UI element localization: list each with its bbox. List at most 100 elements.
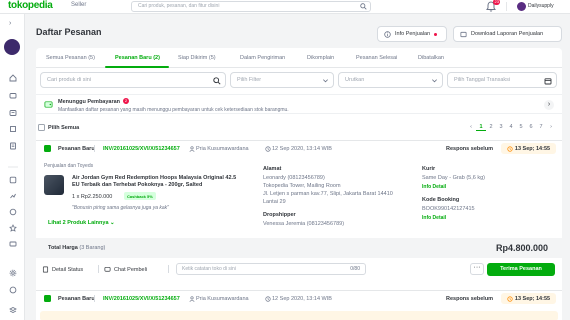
clock-icon: [507, 295, 513, 302]
page-2[interactable]: 2: [486, 124, 496, 131]
info-penjualan-button[interactable]: Info Penjualan: [377, 26, 447, 42]
download-icon: [460, 31, 467, 37]
user-icon: [189, 146, 195, 152]
prev-page-icon[interactable]: ‹: [466, 124, 476, 131]
help-icon[interactable]: [7, 284, 18, 295]
statistic-icon[interactable]: [7, 174, 18, 185]
order-checkbox[interactable]: [44, 145, 51, 152]
warning-strip: [40, 311, 558, 320]
product-image[interactable]: [44, 175, 64, 195]
page-4[interactable]: 4: [506, 124, 516, 131]
download-report-button[interactable]: Download Laporan Penjualan: [453, 26, 562, 42]
order-panel: Semua Pesanan (5) Pesanan Baru (2) Siap …: [36, 48, 562, 320]
discussion-icon[interactable]: [7, 107, 18, 118]
info-penjualan-label: Info Penjualan: [395, 31, 431, 37]
address-label: Alamat: [263, 166, 282, 172]
page-5[interactable]: 5: [516, 124, 526, 131]
action-separator: [98, 265, 99, 273]
order-actions: Detail Status Chat Pembeli Ketik catatan…: [36, 261, 562, 279]
header-separator: [94, 145, 95, 152]
order-icon[interactable]: [7, 140, 18, 151]
document-icon: [42, 266, 49, 273]
date-picker-placeholder: Pilih Tanggal Transaksi: [454, 77, 511, 83]
order-status: Pesanan Baru: [58, 146, 95, 152]
settings-icon[interactable]: [7, 267, 18, 278]
filter-select-placeholder: Pilih Filter: [237, 77, 262, 83]
detail-status-label: Detail Status: [52, 266, 84, 273]
product-name[interactable]: Air Jordan Gym Red Redemption Hoops Mala…: [72, 175, 242, 189]
tokopedia-logo[interactable]: tokopedia: [8, 0, 53, 11]
chat-buyer-button[interactable]: Chat Pembeli: [104, 266, 147, 273]
chevron-right-icon[interactable]: ›: [544, 100, 554, 110]
sort-select[interactable]: Urutkan: [338, 72, 443, 88]
search-icon: [360, 3, 367, 10]
tab-dibatalkan[interactable]: Dibatalkan: [418, 55, 444, 61]
seller-note-input[interactable]: Ketik catatan toko di sini 0/80: [176, 263, 366, 275]
total-row: Total Harga (3 Barang) Rp4.800.000: [36, 238, 562, 258]
chevron-down-icon: ⌄: [110, 220, 115, 226]
shop-avatar[interactable]: [517, 2, 526, 11]
ads-icon[interactable]: [7, 190, 18, 201]
tab-dalam-pengiriman[interactable]: Dalam Pengiriman: [240, 55, 285, 61]
address-line-2: Jl. Letjen s parman kav.77, Slipi, Jakar…: [263, 191, 393, 197]
logo-seller-label: Seller: [71, 2, 87, 8]
page-6[interactable]: 6: [526, 124, 536, 131]
product-search-input[interactable]: Cari produk di sini: [40, 72, 226, 88]
global-search-input[interactable]: Cari produk, pesanan, dan fitur disini: [131, 1, 371, 12]
global-search-placeholder: Cari produk, pesanan, dan fitur disini: [138, 3, 220, 9]
chat-icon[interactable]: [7, 90, 18, 101]
order-checkbox[interactable]: [44, 295, 51, 302]
select-all-row: Pilih Semua ‹ 1 2 3 4 5 6 7 ›: [36, 121, 562, 135]
more-options-button[interactable]: ···: [470, 263, 484, 275]
promotion-icon[interactable]: [7, 206, 18, 217]
payment-pending-notice[interactable]: Menunggu Pembayaran 2 Manfaatkan daftar …: [36, 94, 562, 114]
tab-siap-dikirim[interactable]: Siap Dikirim (5): [178, 55, 216, 61]
pagination: ‹ 1 2 3 4 5 6 7 ›: [466, 124, 556, 131]
page-1[interactable]: 1: [476, 124, 486, 131]
home-icon[interactable]: [7, 72, 18, 83]
dropshipper-label: Dropshipper: [263, 212, 296, 218]
sidebar-divider-icon: [7, 161, 18, 172]
search-icon: [213, 77, 221, 85]
accept-order-button[interactable]: Terima Pesanan: [487, 263, 555, 276]
product-icon[interactable]: [7, 123, 18, 134]
response-deadline-badge: 13 Sep; 14:55: [501, 143, 556, 154]
layers-icon[interactable]: [7, 304, 18, 315]
notice-count-badge: 2: [123, 98, 129, 104]
booking-label: Kode Booking: [422, 197, 460, 203]
booking-info-link[interactable]: Info Detail: [422, 215, 446, 221]
tab-pesanan-baru[interactable]: Pesanan Baru (2): [115, 55, 160, 61]
invoice-link[interactable]: INV/20161025/XVI/X/51234657: [103, 146, 180, 152]
address-line-3: Lantai 29: [263, 199, 286, 205]
tab-dikomplain[interactable]: Dikomplain: [307, 55, 334, 61]
sort-select-placeholder: Urutkan: [345, 77, 365, 83]
expand-sidebar-icon[interactable]: ›: [9, 20, 11, 27]
decoration-icon[interactable]: [7, 222, 18, 233]
courier-info-link[interactable]: Info Detail: [422, 184, 446, 190]
chevron-down-icon: [432, 79, 437, 83]
date-picker[interactable]: Pilih Tanggal Transaksi: [447, 72, 557, 88]
seller-note-counter: 0/80: [350, 266, 360, 272]
courier-value: Same Day - Grab (5,6 kg): [422, 175, 485, 181]
product-note: "Bonusin piring sama gelasnya juga ya ka…: [72, 205, 169, 211]
notice-title: Menunggu Pembayaran: [58, 99, 121, 105]
page-7[interactable]: 7: [536, 124, 546, 131]
more-products-link[interactable]: Lihat 2 Produk Lainnya ⌄: [48, 220, 115, 226]
filter-select[interactable]: Pilih Filter: [230, 72, 334, 88]
tab-pesanan-selesai[interactable]: Pesanan Selesai: [356, 55, 397, 61]
finance-icon[interactable]: [7, 238, 18, 249]
select-all-checkbox[interactable]: [38, 124, 45, 131]
page-title: Daftar Pesanan: [36, 27, 102, 37]
shop-name[interactable]: Dailysupply: [528, 3, 554, 9]
next-page-icon[interactable]: ›: [546, 124, 556, 131]
sidebar-shop-avatar[interactable]: [4, 39, 20, 55]
response-deadline-time: 13 Sep; 14:55: [514, 295, 551, 302]
detail-status-button[interactable]: Detail Status: [42, 266, 83, 273]
page-3[interactable]: 3: [496, 124, 506, 131]
invoice-link[interactable]: INV/20161025/XVI/X/51234657: [103, 296, 180, 302]
cashback-badge: Cashback 5%: [124, 192, 156, 200]
download-report-label: Download Laporan Penjualan: [471, 31, 544, 37]
action-separator: [168, 265, 169, 273]
tab-semua-pesanan[interactable]: Semua Pesanan (5): [46, 55, 95, 61]
courier-label: Kurir: [422, 166, 436, 172]
